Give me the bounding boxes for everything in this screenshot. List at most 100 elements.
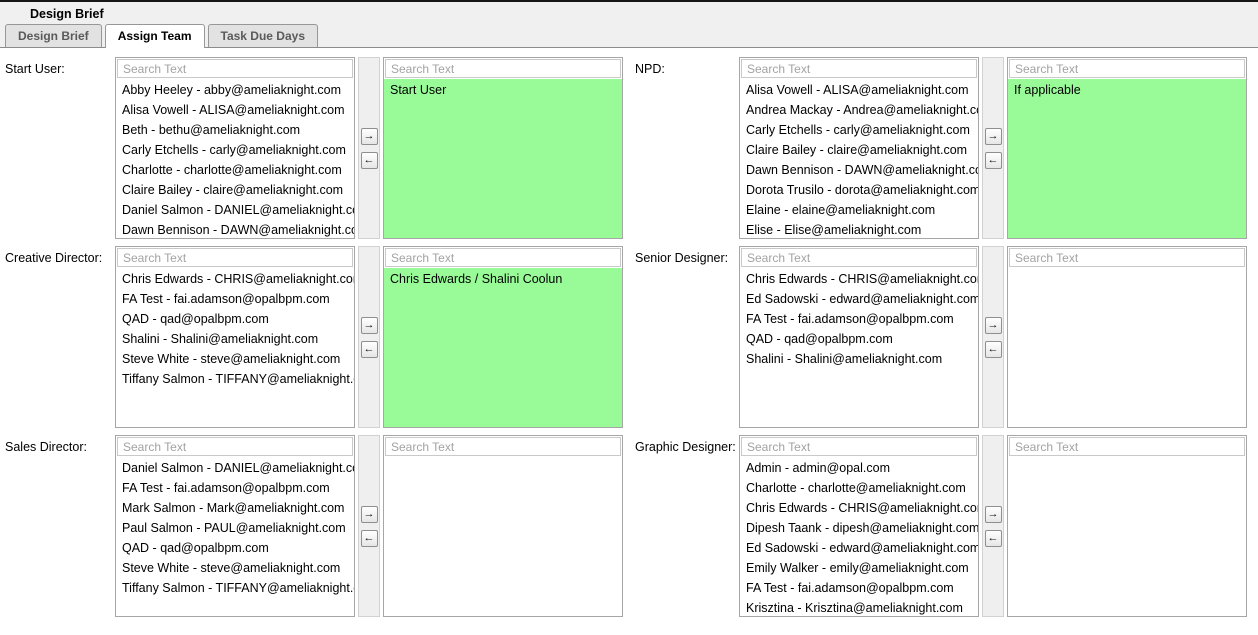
list-item[interactable]: Chris Edwards - CHRIS@ameliaknight.com	[116, 269, 354, 289]
search-wrap	[740, 247, 978, 268]
selected-item[interactable]: Chris Edwards / Shalini Coolun	[384, 269, 622, 290]
selected-list	[1007, 435, 1247, 617]
search-input[interactable]	[117, 248, 353, 267]
tab-assign-team[interactable]: Assign Team	[104, 24, 205, 48]
list-item[interactable]: Elise - Elise@ameliaknight.com	[740, 220, 978, 238]
selected-item[interactable]: If applicable	[1008, 80, 1246, 101]
available-items: Chris Edwards - CHRIS@ameliaknight.com FA…	[116, 268, 354, 427]
available-items: Admin - admin@opal.com Charlotte - charlo…	[740, 457, 978, 616]
list-item[interactable]: Elaine - elaine@ameliaknight.com	[740, 200, 978, 220]
list-item[interactable]: Admin - admin@opal.com	[740, 458, 978, 478]
list-item[interactable]: Tiffany Salmon - TIFFANY@ameliaknight.co…	[116, 369, 354, 389]
list-item[interactable]: Carly Etchells - carly@ameliaknight.com	[740, 120, 978, 140]
list-item[interactable]: Andrea Mackay - Andrea@ameliaknight.com	[740, 100, 978, 120]
search-input[interactable]	[741, 59, 977, 78]
list-item[interactable]: Daniel Salmon - DANIEL@ameliaknight.com	[116, 458, 354, 478]
list-item[interactable]: Chris Edwards - CHRIS@ameliaknight.com	[740, 269, 978, 289]
list-item[interactable]: Tiffany Salmon - TIFFANY@ameliaknight.co…	[116, 578, 354, 598]
move-left-button[interactable]: ←	[360, 151, 378, 169]
list-item[interactable]: Carly Etchells - carly@ameliaknight.com	[116, 140, 354, 160]
list-item[interactable]: Dawn Bennison - DAWN@ameliaknight.com	[740, 160, 978, 180]
list-item[interactable]: Dorota Trusilo - dorota@ameliaknight.com	[740, 180, 978, 200]
tab-task-due-days[interactable]: Task Due Days	[207, 24, 318, 47]
list-item[interactable]: Steve White - steve@ameliaknight.com	[116, 558, 354, 578]
list-item[interactable]: FA Test - fai.adamson@opalbpm.com	[116, 289, 354, 309]
transfer-buttons: → ←	[358, 246, 380, 428]
transfer-buttons: → ←	[982, 435, 1004, 617]
column-spacer	[623, 57, 635, 239]
list-item[interactable]: QAD - qad@opalbpm.com	[116, 309, 354, 329]
list-item[interactable]: Claire Bailey - claire@ameliaknight.com	[740, 140, 978, 160]
move-left-button[interactable]: ←	[360, 529, 378, 547]
section-npd: NPD: Alisa Vowell - ALISA@ameliaknight.co…	[635, 57, 1247, 239]
list-item[interactable]: Steve White - steve@ameliaknight.com	[116, 349, 354, 369]
list-item[interactable]: Dipesh Taank - dipesh@ameliaknight.com	[740, 518, 978, 538]
search-input[interactable]	[385, 248, 621, 267]
page-header: Design Brief	[0, 0, 1258, 25]
selected-items: Chris Edwards / Shalini Coolun	[384, 268, 622, 427]
list-item[interactable]: QAD - qad@opalbpm.com	[740, 329, 978, 349]
transfer-buttons: → ←	[982, 57, 1004, 239]
list-item[interactable]: Ed Sadowski - edward@ameliaknight.com	[740, 289, 978, 309]
list-item[interactable]: Shalini - Shalini@ameliaknight.com	[740, 349, 978, 369]
section-graphic-designer: Graphic Designer:Admin - admin@opal.comC…	[635, 435, 1247, 617]
move-left-button[interactable]: ←	[360, 340, 378, 358]
list-item[interactable]: Mark Salmon - Mark@ameliaknight.com	[116, 498, 354, 518]
assign-team-content: Start User: Abby Heeley - abby@ameliaknig…	[0, 48, 1258, 617]
list-item[interactable]: Chris Edwards - CHRIS@ameliaknight.com	[740, 498, 978, 518]
list-item[interactable]: FA Test - fai.adamson@opalbpm.com	[116, 478, 354, 498]
search-input[interactable]	[1009, 59, 1245, 78]
search-input[interactable]	[117, 437, 353, 456]
move-right-button[interactable]: →	[360, 316, 378, 334]
selected-items: Start User	[384, 79, 622, 238]
search-input[interactable]	[385, 59, 621, 78]
move-right-button[interactable]: →	[984, 316, 1002, 334]
search-input[interactable]	[1009, 248, 1245, 267]
search-input[interactable]	[385, 437, 621, 456]
selected-list: Chris Edwards / Shalini Coolun	[383, 246, 623, 428]
available-list: Alisa Vowell - ALISA@ameliaknight.comAnd…	[739, 57, 979, 239]
list-item[interactable]: Krisztina - Krisztina@ameliaknight.com	[740, 598, 978, 616]
move-left-button[interactable]: ←	[984, 151, 1002, 169]
available-list: Daniel Salmon - DANIEL@ameliaknight.comF…	[115, 435, 355, 617]
selected-item[interactable]: Start User	[384, 80, 622, 101]
search-input[interactable]	[117, 59, 353, 78]
list-item[interactable]: Paul Salmon - PAUL@ameliaknight.com	[116, 518, 354, 538]
move-right-button[interactable]: →	[360, 127, 378, 145]
section-start-user: Start User: Abby Heeley - abby@ameliaknig…	[5, 57, 623, 239]
list-item[interactable]: Daniel Salmon - DANIEL@ameliaknight.com	[116, 200, 354, 220]
section-sales-director: Sales Director: Daniel Salmon - DANIEL@am…	[5, 435, 623, 617]
list-item[interactable]: QAD - qad@opalbpm.com	[116, 538, 354, 558]
search-input[interactable]	[741, 437, 977, 456]
list-item[interactable]: Claire Bailey - claire@ameliaknight.com	[116, 180, 354, 200]
list-item[interactable]: FA Test - fai.adamson@opalbpm.com	[740, 578, 978, 598]
section-rows: Start User: Abby Heeley - abby@ameliaknig…	[5, 57, 1258, 617]
search-input[interactable]	[741, 248, 977, 267]
transfer-buttons: → ←	[358, 435, 380, 617]
list-item[interactable]: Beth - bethu@ameliaknight.com	[116, 120, 354, 140]
list-item[interactable]: Dawn Bennison - DAWN@ameliaknight.com	[116, 220, 354, 238]
available-list: Admin - admin@opal.comCharlotte - charlo…	[739, 435, 979, 617]
move-right-button[interactable]: →	[984, 505, 1002, 523]
selected-list	[1007, 246, 1247, 428]
list-item[interactable]: Shalini - Shalini@ameliaknight.com	[116, 329, 354, 349]
search-input[interactable]	[1009, 437, 1245, 456]
list-item[interactable]: Ed Sadowski - edward@ameliaknight.com	[740, 538, 978, 558]
available-items: Alisa Vowell - ALISA@ameliaknight.com And…	[740, 79, 978, 238]
list-item[interactable]: Alisa Vowell - ALISA@ameliaknight.com	[740, 80, 978, 100]
list-item[interactable]: Abby Heeley - abby@ameliaknight.com	[116, 80, 354, 100]
move-right-button[interactable]: →	[984, 127, 1002, 145]
section-senior-designer: Senior Designer: Chris Edwards - CHRIS@am…	[635, 246, 1247, 428]
move-left-button[interactable]: ←	[984, 340, 1002, 358]
list-item[interactable]: Charlotte - charlotte@ameliaknight.com	[740, 478, 978, 498]
list-item[interactable]: Charlotte - charlotte@ameliaknight.com	[116, 160, 354, 180]
transfer-buttons: → ←	[982, 246, 1004, 428]
list-item[interactable]: FA Test - fai.adamson@opalbpm.com	[740, 309, 978, 329]
section-label: Graphic Designer:	[635, 440, 736, 454]
search-wrap	[1008, 58, 1246, 79]
move-right-button[interactable]: →	[360, 505, 378, 523]
list-item[interactable]: Emily Walker - emily@ameliaknight.com	[740, 558, 978, 578]
list-item[interactable]: Alisa Vowell - ALISA@ameliaknight.com	[116, 100, 354, 120]
move-left-button[interactable]: ←	[984, 529, 1002, 547]
tab-design-brief[interactable]: Design Brief	[5, 24, 102, 47]
